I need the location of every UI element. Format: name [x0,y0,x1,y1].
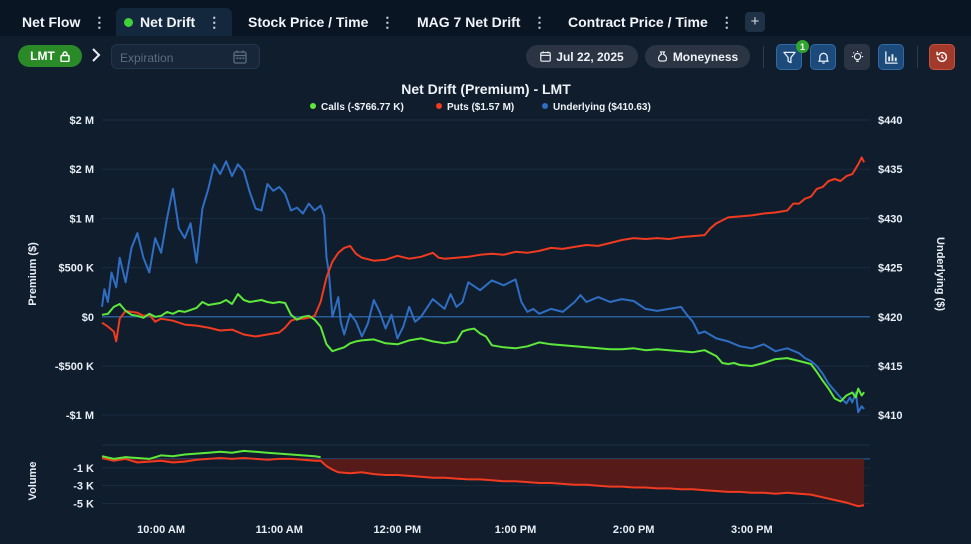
x-tick-label: 11:00 AM [256,524,303,536]
left-tick-label: $0 [82,312,94,324]
left-axis-title: Premium ($) [27,242,39,306]
puts-series-line [101,156,865,343]
series-lines [101,156,865,414]
left-tick-label: $1 M [70,213,94,225]
grid [102,119,870,505]
right-tick-label: $420 [878,312,902,324]
left-tick-label: $2 M [70,164,94,176]
legend-underlying-label[interactable]: Underlying ($410.63) [553,102,651,113]
x-tick-label: 1:00 PM [495,524,537,536]
legend-puts-label[interactable]: Puts ($1.57 M) [447,102,514,113]
chart-title: Net Drift (Premium) - LMT [401,81,571,97]
volume-puts-area [102,458,865,507]
x-tick-label: 12:00 PM [374,524,422,536]
left-tick-label: -$1 M [66,410,94,422]
left-tick-label: -$500 K [55,361,94,373]
right-tick-label: $435 [878,164,902,176]
volume-axis-title: Volume [27,462,39,501]
x-tick-label: 2:00 PM [613,524,655,536]
right-tick-label: $440 [878,115,902,127]
x-tick-label: 10:00 AM [137,524,185,536]
left-tick-label: $500 K [59,263,95,275]
legend-puts-swatch [436,103,442,109]
legend-calls-label[interactable]: Calls (-$766.77 K) [321,102,404,113]
volume-subchart [101,449,870,508]
x-tick-label: 3:00 PM [731,524,773,536]
legend: Calls (-$766.77 K) Puts ($1.57 M) Underl… [310,102,651,113]
underlying-series-line [101,160,865,414]
net-drift-chart[interactable]: Net Drift (Premium) - LMT Calls (-$766.7… [0,0,971,544]
legend-underlying-swatch [542,103,548,109]
left-tick-label: $2 M [70,115,94,127]
right-tick-label: $415 [878,361,902,373]
volume-tick-label: -5 K [73,499,94,511]
volume-tick-label: -3 K [73,481,94,493]
right-axis-title: Underlying ($) [934,237,946,311]
legend-calls-swatch [310,103,316,109]
right-tick-label: $430 [878,213,902,225]
right-tick-label: $410 [878,410,902,422]
volume-tick-label: -1 K [73,463,94,475]
right-tick-label: $425 [878,263,902,275]
